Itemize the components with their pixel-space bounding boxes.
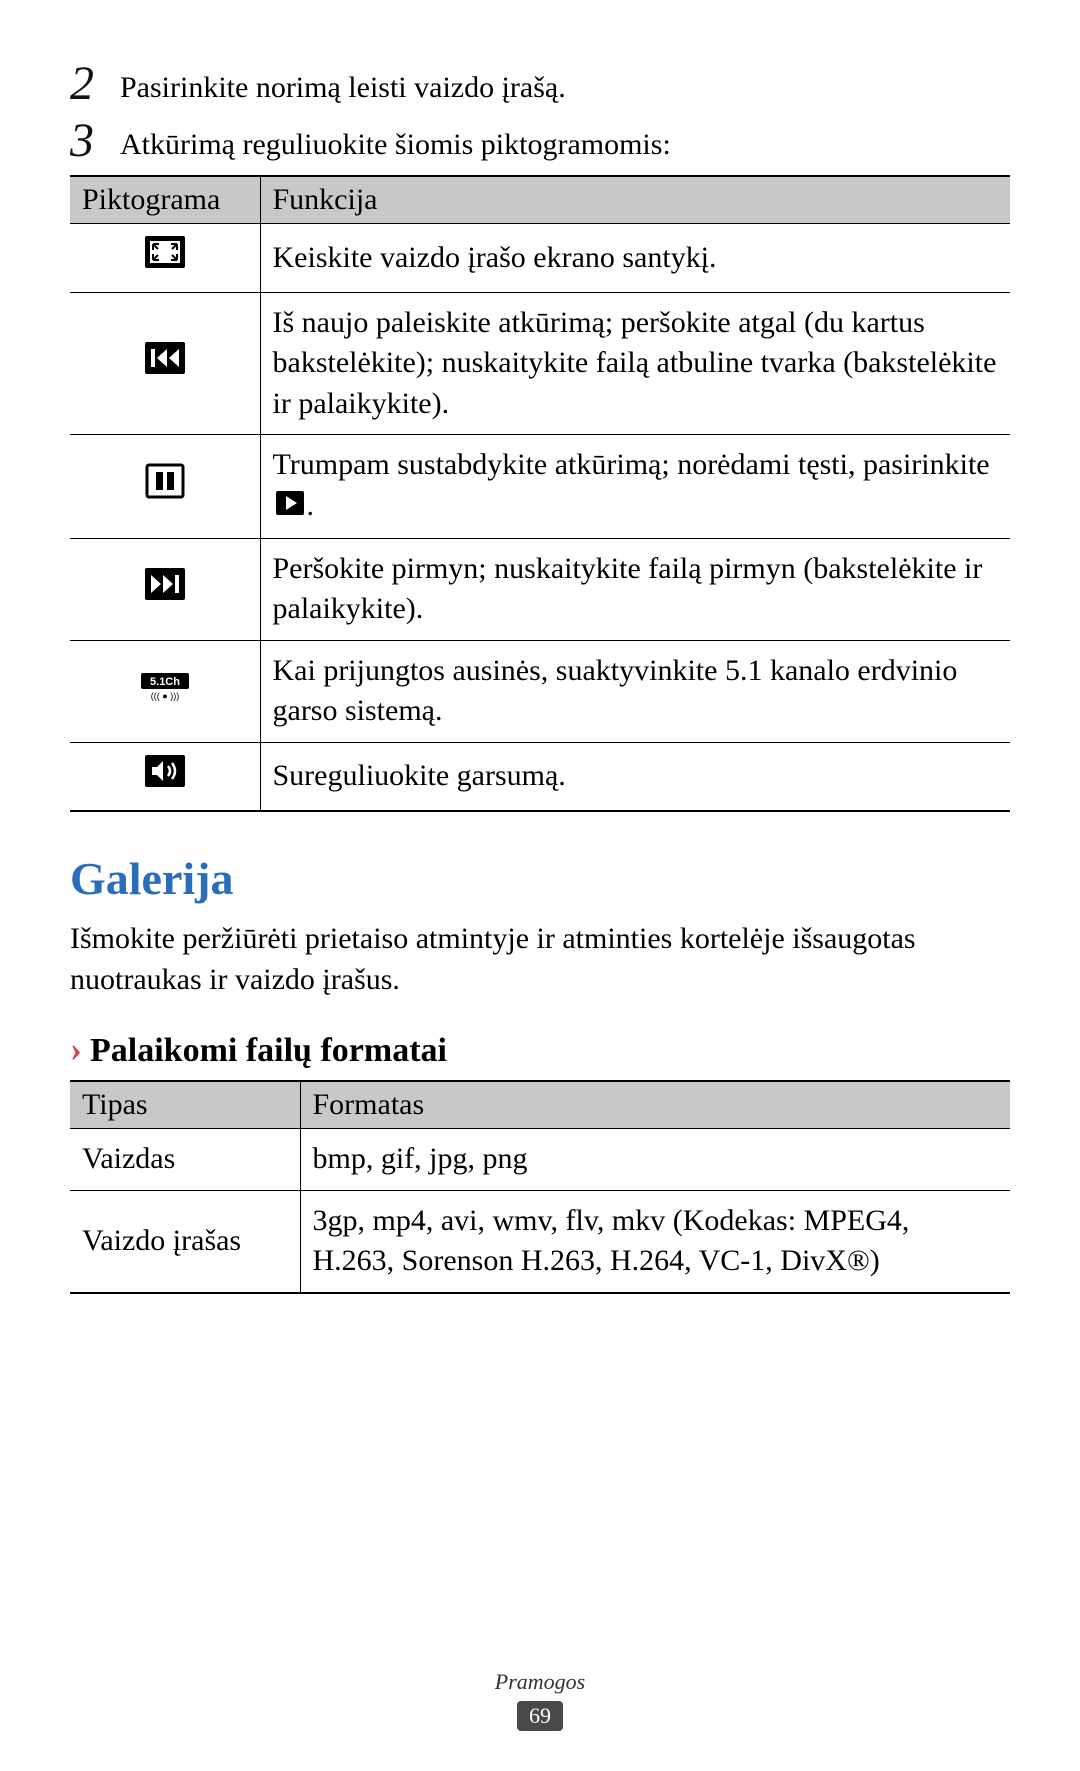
surround-sound-icon: 5.1Ch ((( ● ))): [139, 671, 191, 701]
type-cell: Vaizdo įrašas: [70, 1190, 300, 1293]
icon-cell: 5.1Ch ((( ● ))): [70, 640, 260, 742]
function-text: Trumpam sustabdykite atkūrimą; norėdami …: [260, 435, 1010, 539]
table-row: Iš naujo paleiskite atkūrimą; peršokite …: [70, 292, 1010, 435]
step-text: Pasirinkite norimą leisti vaizdo įrašą.: [120, 60, 566, 109]
function-text: Sureguliuokite garsumą.: [260, 742, 1010, 811]
table-row: Peršokite pirmyn; nuskaitykite failą pir…: [70, 538, 1010, 640]
aspect-ratio-icon: [143, 234, 187, 270]
icon-cell: [70, 435, 260, 539]
icon-cell: [70, 224, 260, 293]
header-format: Formatas: [300, 1081, 1010, 1129]
icon-cell: [70, 292, 260, 435]
page-footer: Pramogos 69: [0, 1669, 1080, 1731]
function-text-part: .: [307, 489, 315, 522]
icon-function-table: Piktograma Funkcija Keiskite vaizdo įraš…: [70, 175, 1010, 812]
step-text: Atkūrimą reguliuokite šiomis piktogramom…: [120, 117, 671, 166]
icon-cell: [70, 742, 260, 811]
function-text: Keiskite vaizdo įrašo ekrano santykį.: [260, 224, 1010, 293]
table-row: Vaizdas bmp, gif, jpg, png: [70, 1129, 1010, 1191]
table-row: Vaizdo įrašas 3gp, mp4, avi, wmv, flv, m…: [70, 1190, 1010, 1293]
step-number: 3: [70, 117, 120, 165]
function-text: Kai prijungtos ausinės, suaktyvinkite 5.…: [260, 640, 1010, 742]
play-icon: [275, 487, 305, 528]
format-cell: bmp, gif, jpg, png: [300, 1129, 1010, 1191]
icon-cell: [70, 538, 260, 640]
section-description: Išmokite peržiūrėti prietaiso atmintyje …: [70, 919, 1010, 1000]
page-number: 69: [517, 1701, 563, 1731]
step-3: 3 Atkūrimą reguliuokite šiomis piktogram…: [70, 117, 1010, 166]
header-icon: Piktograma: [70, 176, 260, 224]
function-text: Iš naujo paleiskite atkūrimą; peršokite …: [260, 292, 1010, 435]
section-heading-galerija: Galerija: [70, 852, 1010, 905]
function-text-part: Trumpam sustabdykite atkūrimą; norėdami …: [273, 448, 990, 481]
svg-text:5.1Ch: 5.1Ch: [150, 676, 180, 688]
type-cell: Vaizdas: [70, 1129, 300, 1191]
header-function: Funkcija: [260, 176, 1010, 224]
function-text: Peršokite pirmyn; nuskaitykite failą pir…: [260, 538, 1010, 640]
table-row: Keiskite vaizdo įrašo ekrano santykį.: [70, 224, 1010, 293]
table-header-row: Piktograma Funkcija: [70, 176, 1010, 224]
footer-category: Pramogos: [0, 1669, 1080, 1695]
chevron-icon: ›: [70, 1028, 82, 1070]
table-row: Sureguliuokite garsumą.: [70, 742, 1010, 811]
svg-text:((( ● ))): ((( ● ))): [151, 691, 179, 701]
step-2: 2 Pasirinkite norimą leisti vaizdo įrašą…: [70, 60, 1010, 109]
header-type: Tipas: [70, 1081, 300, 1129]
format-table: Tipas Formatas Vaizdas bmp, gif, jpg, pn…: [70, 1080, 1010, 1294]
format-cell: 3gp, mp4, avi, wmv, flv, mkv (Kodekas: M…: [300, 1190, 1010, 1293]
pause-icon: [145, 463, 185, 499]
step-number: 2: [70, 60, 120, 108]
skip-back-icon: [143, 340, 187, 376]
table-header-row: Tipas Formatas: [70, 1081, 1010, 1129]
subsection-title: Palaikomi failų formatai: [90, 1032, 447, 1070]
table-row: Trumpam sustabdykite atkūrimą; norėdami …: [70, 435, 1010, 539]
table-row: 5.1Ch ((( ● ))) Kai prijungtos ausinės, …: [70, 640, 1010, 742]
volume-icon: [143, 753, 187, 789]
skip-forward-icon: [143, 566, 187, 602]
subsection-heading: › Palaikomi failų formatai: [70, 1028, 1010, 1070]
